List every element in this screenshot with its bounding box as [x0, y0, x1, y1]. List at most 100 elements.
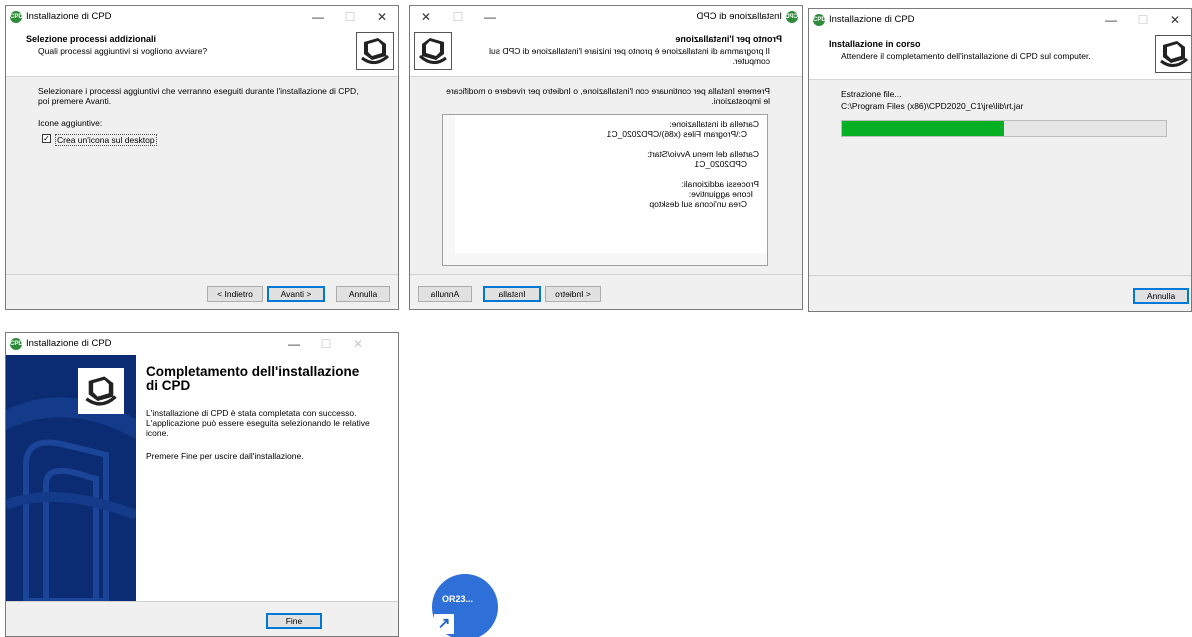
minimize-button[interactable]: —: [280, 335, 308, 353]
app-icon: CPD: [10, 11, 23, 23]
minimize-button[interactable]: —: [1097, 11, 1125, 29]
back-button[interactable]: < Indietro: [207, 286, 263, 302]
setup-logo-icon: [78, 368, 124, 414]
status-label: Estrazione file...: [841, 89, 902, 99]
wizard-side-banner: [6, 355, 136, 601]
summary-line: CPD2020_C1: [694, 159, 747, 169]
maximize-button[interactable]: ☐: [312, 335, 340, 353]
wizard-header: Selezione processi addizionali Quali pro…: [6, 28, 398, 77]
group-label: Icone aggiuntive:: [38, 118, 103, 128]
message-line: L'applicazione può essere eseguita selez…: [146, 418, 370, 428]
close-button[interactable]: ✕: [412, 8, 440, 26]
wizard-window-ready: CPD Installazione di CPD — ☐ ✕ Pronto pe…: [409, 5, 803, 310]
window-title: Installazione di CPD: [26, 11, 112, 22]
title-bar[interactable]: CPD Installazione di CPD — ☐ ✕: [410, 6, 802, 28]
instruction-line: Premere Installa per continuare con l'in…: [446, 86, 770, 96]
instruction-line: Selezionare i processi aggiuntivi che ve…: [38, 86, 359, 96]
app-icon: CPD: [813, 14, 826, 26]
wizard-window-installing: CPD Installazione di CPD — ☐ ✕ Installaz…: [808, 8, 1192, 312]
subtitle-line: Il programma di installazione è pronto p…: [489, 46, 770, 56]
heading-line: di CPD: [146, 378, 191, 393]
wizard-header: Pronto per l'installazione Il programma …: [410, 28, 802, 77]
page-title: Pronto per l'installazione: [675, 34, 782, 44]
summary-text: Cartella di installazione: C:\Program Fi…: [607, 119, 759, 209]
title-bar[interactable]: CPD Installazione di CPD — ☐ ✕: [6, 6, 398, 28]
footer-divider: [809, 275, 1191, 276]
next-button[interactable]: Avanti >: [267, 286, 325, 302]
finish-button-label: Fine: [285, 616, 303, 626]
page-title: Installazione in corso: [829, 39, 921, 49]
summary-line: [607, 139, 759, 149]
checkbox-label[interactable]: Crea un'icona sul desktop: [55, 134, 157, 146]
scrollbar-vertical[interactable]: [443, 115, 455, 253]
instruction-text: Selezionare i processi aggiuntivi che ve…: [38, 86, 359, 106]
window-title: Installazione di CPD: [696, 11, 782, 22]
minimize-button[interactable]: —: [304, 8, 332, 26]
cancel-button-label: Annulla: [1146, 291, 1176, 301]
install-button[interactable]: Installa: [483, 286, 541, 302]
maximize-button[interactable]: ☐: [336, 8, 364, 26]
window-title: Installazione di CPD: [26, 338, 112, 349]
close-button[interactable]: ✕: [344, 335, 372, 353]
summary-line: Icone aggiuntive:: [688, 189, 753, 199]
title-bar[interactable]: CPD Installazione di CPD — ☐ ✕: [809, 9, 1191, 31]
settings-summary-memo[interactable]: Cartella di installazione: C:\Program Fi…: [442, 114, 768, 266]
back-button-label: < Indietro: [555, 289, 591, 299]
install-button-label: Installa: [498, 289, 526, 299]
next-button-label: Avanti >: [280, 289, 312, 299]
summary-line: Cartella del menu Avvio/Start:: [647, 149, 759, 159]
desktop-icon-checkbox[interactable]: ✓: [42, 134, 51, 143]
title-bar[interactable]: CPD Installazione di CPD — ☐ ✕: [6, 333, 398, 355]
window-title: Installazione di CPD: [829, 14, 915, 25]
install-progress-bar: [841, 120, 1167, 137]
close-button[interactable]: ✕: [1161, 11, 1189, 29]
cancel-button[interactable]: Annulla: [418, 286, 472, 302]
app-icon: CPD: [785, 11, 798, 23]
footer-divider: [410, 274, 802, 275]
finish-instruction: Premere Fine per uscire dall'installazio…: [146, 451, 304, 461]
page-subtitle: Attendere il completamento dell'installa…: [841, 51, 1091, 61]
summary-line: Crea un'icona sul desktop: [649, 199, 747, 209]
setup-logo-icon: [1155, 35, 1191, 73]
desktop-shortcut[interactable]: OR23... ↗: [432, 574, 498, 637]
current-file-path: C:\Program Files (x86)\CPD2020_C1\jre\li…: [841, 101, 1024, 111]
page-title: Selezione processi addizionali: [26, 34, 157, 44]
progress-fill: [842, 121, 1004, 136]
back-button[interactable]: < Indietro: [545, 286, 601, 302]
finish-content: Completamento dell'installazione di CPD …: [136, 355, 398, 601]
summary-line: Cartella di installazione:: [669, 119, 759, 129]
instruction-text: Premere Installa per continuare con l'in…: [446, 86, 770, 106]
instruction-line: le impostazioni.: [711, 96, 770, 106]
setup-logo-icon: [414, 32, 452, 70]
maximize-button[interactable]: ☐: [444, 8, 472, 26]
message-line: L'installazione di CPD è stata completat…: [146, 408, 357, 418]
close-button[interactable]: ✕: [368, 8, 396, 26]
back-button-label: < Indietro: [217, 289, 253, 299]
footer-divider: [6, 601, 398, 602]
summary-line: C:\Program Files (x86)\CPD2020_C1: [606, 129, 747, 139]
scrollbar-horizontal[interactable]: [443, 253, 767, 265]
finish-message: L'installazione di CPD è stata completat…: [146, 408, 370, 438]
cancel-button-label: Annulla: [430, 289, 460, 299]
cancel-button[interactable]: Annulla: [336, 286, 390, 302]
app-icon: CPD: [10, 338, 23, 350]
minimize-button[interactable]: —: [476, 8, 504, 26]
maximize-button[interactable]: ☐: [1129, 11, 1157, 29]
setup-logo-icon: [356, 32, 394, 70]
instruction-line: poi premere Avanti.: [38, 96, 112, 106]
wizard-window-select-tasks: CPD Installazione di CPD — ☐ ✕ Selezione…: [5, 5, 399, 310]
cancel-button[interactable]: Annulla: [1133, 288, 1189, 304]
finish-heading: Completamento dell'installazione di CPD: [146, 365, 359, 393]
footer-divider: [6, 274, 398, 275]
wizard-header: Installazione in corso Attendere il comp…: [809, 31, 1191, 80]
summary-line: [607, 169, 759, 179]
message-line: icone.: [146, 428, 169, 438]
page-subtitle: Il programma di installazione è pronto p…: [489, 46, 770, 66]
subtitle-line: computer.: [732, 56, 770, 66]
shortcut-label: OR23...: [442, 594, 474, 604]
finish-button[interactable]: Fine: [266, 613, 322, 629]
wizard-window-finished: CPD Installazione di CPD — ☐ ✕ Completam…: [5, 332, 399, 637]
page-subtitle: Quali processi aggiuntivi si vogliono av…: [38, 46, 208, 56]
summary-line: Processi addizionali:: [681, 179, 759, 189]
cancel-button-label: Annulla: [348, 289, 378, 299]
